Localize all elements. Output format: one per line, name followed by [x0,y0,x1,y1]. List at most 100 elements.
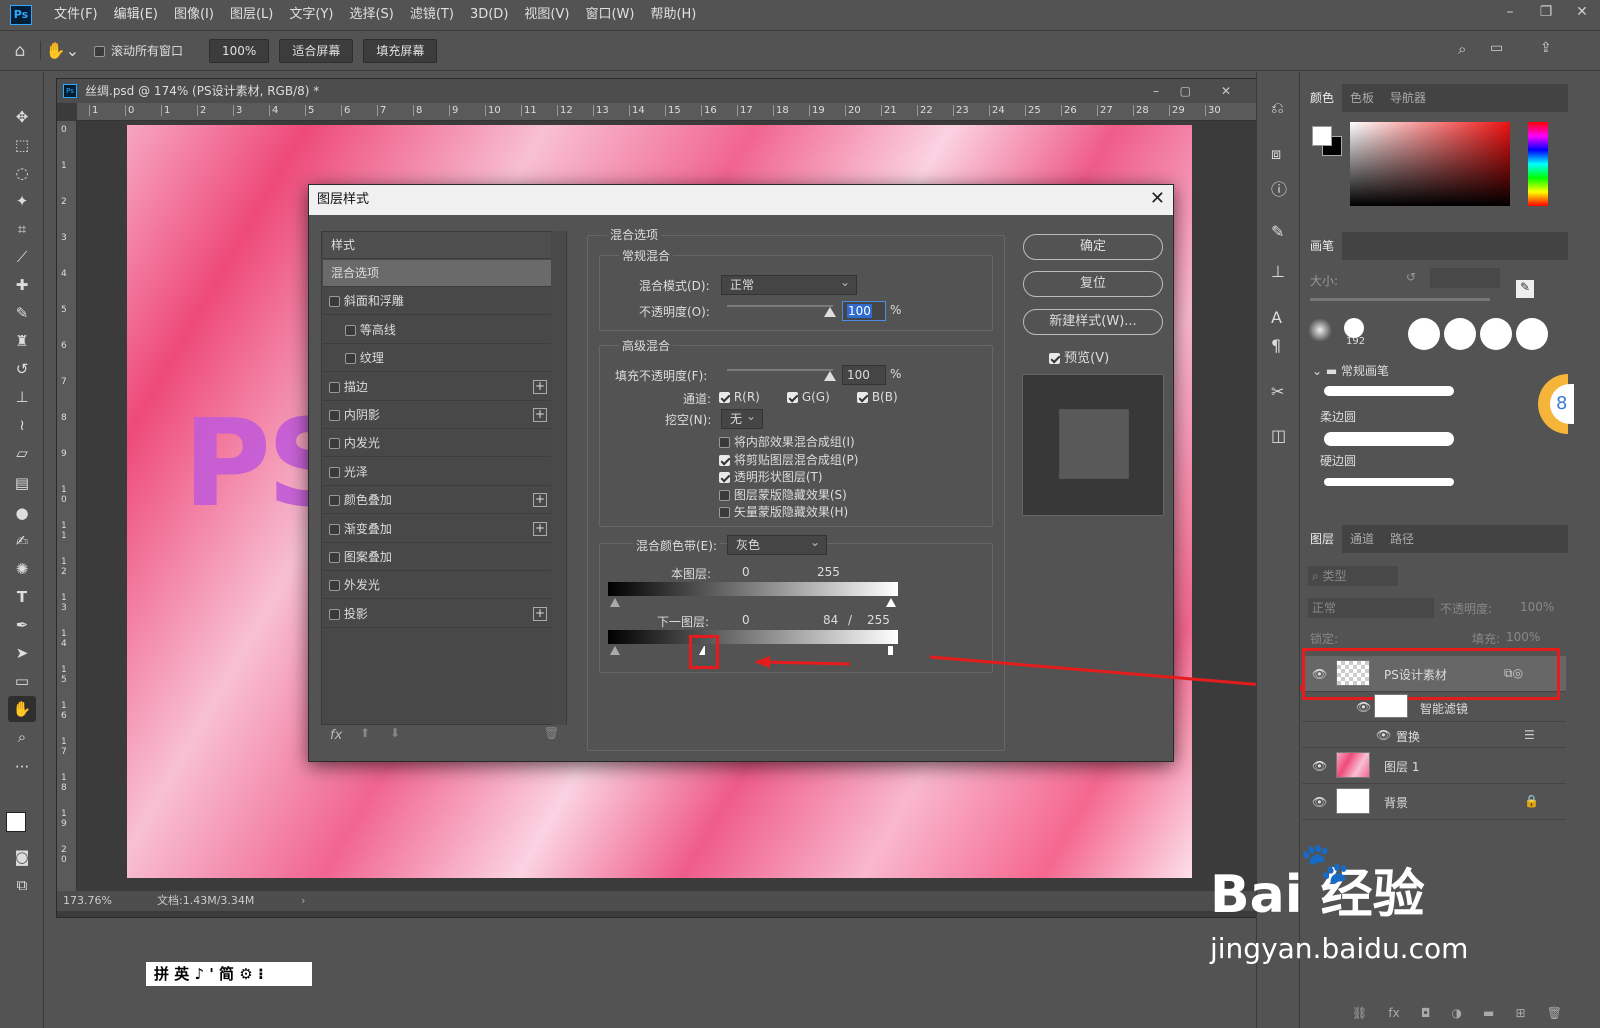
path-selection-icon[interactable]: ➤ [8,640,36,666]
dialog-close-icon[interactable]: ✕ [1150,188,1165,209]
adjustment-icon[interactable]: ◑ [1451,1006,1461,1020]
move-up-icon[interactable]: ⬆ [360,726,370,740]
style-item[interactable]: 斜面和浮雕 [323,288,551,316]
style-item[interactable]: 描边 + [323,374,551,401]
tab-layers[interactable]: 图层 [1302,525,1343,553]
menu-help[interactable]: 帮助(H) [642,0,704,29]
status-zoom[interactable]: 173.76% [63,891,112,911]
preview-checkbox[interactable]: 预览(V) [1049,347,1109,366]
brush-preset-4[interactable] [1444,318,1476,350]
style-checkbox[interactable] [329,410,340,421]
brush-hard-label[interactable]: 硬边圆 [1320,452,1356,469]
style-item[interactable]: 图案叠加 [323,544,551,571]
blur-tool-icon[interactable]: ● [8,500,36,526]
marquee-tool-icon[interactable]: ⬚ [8,132,36,158]
pen-tool-icon[interactable]: ✒ [8,612,36,638]
layer-displace-filter[interactable]: 👁 置换 ☰ [1302,722,1566,748]
style-checkbox[interactable] [329,580,340,592]
add-effect-icon[interactable]: + [533,521,547,536]
brush-size-slider[interactable] [1310,298,1490,301]
style-checkbox[interactable] [329,495,340,507]
brush-new-icon[interactable]: ✎ [1516,280,1534,298]
zoom-100-button[interactable]: 100% [209,38,270,63]
folder-icon[interactable]: ▬ [1483,1006,1494,1020]
sponge-tool-icon[interactable]: ✺ [8,556,36,582]
info-icon[interactable]: ⓘ [1271,176,1287,200]
add-effect-icon[interactable]: + [533,408,547,422]
style-item[interactable]: 渐变叠加 + [323,516,551,543]
blend-mode-select[interactable]: 正常 [721,273,857,295]
advanced-option-checkbox[interactable]: 矢量蒙版隐藏效果(H) [719,503,848,520]
brush-preset-5[interactable] [1480,318,1512,350]
status-arrow-icon[interactable]: › [301,891,305,911]
workspace-icon[interactable]: ▭ [1490,40,1503,56]
hue-slider[interactable] [1528,122,1548,206]
menu-layer[interactable]: 图层(L) [222,0,281,29]
mask-icon[interactable]: ◘ [1421,1006,1431,1020]
fill-opacity-input[interactable]: 100 [842,365,886,385]
layer-smart-filters[interactable]: 👁 智能滤镜 [1302,692,1566,722]
brush-size-input[interactable] [1430,268,1500,288]
menu-view[interactable]: 视图(V) [516,0,577,29]
advanced-option-checkbox[interactable]: 将内部效果混合成组(I) [719,433,855,450]
fx-footer-icon[interactable]: fx [1388,1006,1399,1020]
smart-filter-eye-icon[interactable]: 👁 [1356,700,1371,714]
clone-source-icon[interactable]: ⊥ [1271,262,1285,281]
this-layer-white-slider[interactable] [886,598,896,607]
scroll-all-checkbox[interactable] [94,44,105,58]
restore-icon[interactable]: ❐ [1528,0,1564,29]
menu-image[interactable]: 图像(I) [166,0,222,29]
reset-brush-icon[interactable]: ↺ [1406,270,1416,284]
style-checkbox[interactable] [329,466,340,478]
style-checkbox[interactable] [329,381,340,393]
character-icon[interactable]: A [1271,308,1282,327]
style-checkbox[interactable] [329,438,340,450]
add-effect-icon[interactable]: + [533,493,547,508]
style-checkbox[interactable] [345,324,356,336]
this-layer-black-slider[interactable] [610,598,620,607]
layer-1[interactable]: 👁 图层 1 [1302,748,1566,784]
menu-edit[interactable]: 编辑(E) [106,0,166,29]
tab-color[interactable]: 颜色 [1302,84,1343,112]
tools-icon[interactable]: ✂ [1271,382,1284,401]
brush-group-folder[interactable]: ⌄ ▬ 常规画笔 [1312,362,1389,379]
foreground-color-swatch[interactable] [6,812,26,832]
styles-scrollbar[interactable] [552,231,566,725]
channel-g-checkbox[interactable]: G(G) [787,390,830,404]
style-item[interactable]: 光泽 [323,459,551,486]
opacity-input[interactable]: 100 [842,301,886,321]
layer-background[interactable]: 👁 背景 🔒 [1302,784,1566,820]
eraser-icon[interactable]: ▱ [8,440,36,466]
displace-eye-icon[interactable]: 👁 [1376,728,1391,742]
tab-brush[interactable]: 画笔 [1302,232,1343,260]
layer1-eye-icon[interactable]: 👁 [1312,759,1327,773]
style-checkbox[interactable] [329,296,340,308]
brush-preset-hard[interactable] [1344,318,1364,338]
style-item[interactable]: 内发光 [323,430,551,458]
add-effect-icon[interactable]: + [533,379,547,394]
doc-restore-icon[interactable]: ▢ [1180,79,1191,103]
advanced-option-checkbox[interactable]: 将剪贴图层混合成组(P) [719,451,858,468]
style-item[interactable]: 颜色叠加 + [323,487,551,515]
lasso-tool-icon[interactable]: ◌ [8,160,36,186]
ok-button[interactable]: 确定 [1023,234,1163,260]
tab-paths[interactable]: 路径 [1382,525,1422,553]
hand-tool-icon[interactable]: ✋⌄ [40,41,84,60]
fill-opacity-slider-thumb[interactable] [824,371,836,381]
background-eye-icon[interactable]: 👁 [1312,795,1327,809]
ime-toolbar[interactable]: 拼 英 ♪ ' 简 ⚙ ⁝ [146,962,312,986]
zoom-tool-icon[interactable]: ⌕ [8,724,36,750]
style-checkbox[interactable] [329,523,340,535]
art-brush-icon[interactable]: ≀ [8,412,36,438]
new-layer-icon[interactable]: ⊞ [1516,1006,1526,1020]
trash-icon[interactable]: 🗑 [1547,1006,1562,1020]
brush-preset-soft[interactable] [1308,318,1332,342]
advanced-option-checkbox[interactable]: 透明形状图层(T) [719,468,823,485]
healing-brush-icon[interactable]: ✚ [8,272,36,298]
fx-icon[interactable]: fx [330,728,342,743]
quick-mask-icon[interactable]: ◙ [8,844,36,870]
menu-type[interactable]: 文字(Y) [281,0,341,29]
fg-color-small[interactable] [1312,126,1332,146]
under-layer-black-slider[interactable] [610,646,620,655]
opacity-slider[interactable] [727,305,833,307]
